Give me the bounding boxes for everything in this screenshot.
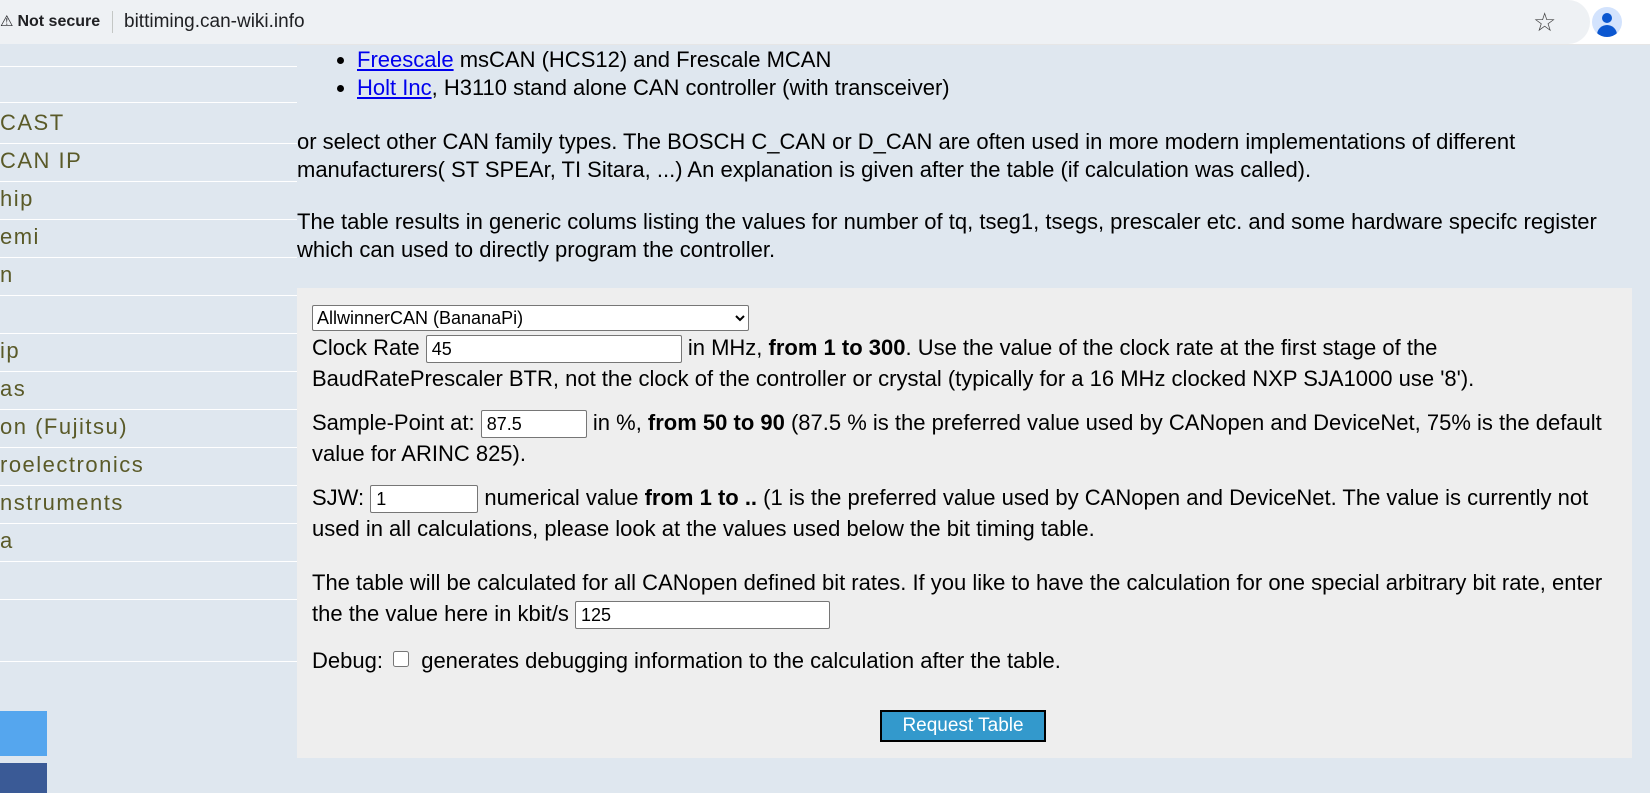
bookmark-star-icon[interactable]: ☆ <box>1533 8 1556 36</box>
vendor-list: Freescale msCAN (HCS12) and Frescale MCA… <box>297 46 950 102</box>
sidebar-divider <box>0 561 297 562</box>
sidebar: CAST CAN IP hip emi n ip as on (Fujitsu)… <box>0 44 297 793</box>
sidebar-divider <box>0 371 297 372</box>
intro-paragraph: The table results in generic colums list… <box>297 209 1597 262</box>
sidebar-item[interactable]: emi <box>0 224 40 250</box>
debug-description: generates debugging information to the c… <box>421 648 1061 673</box>
sidebar-divider <box>0 661 297 662</box>
main-content: Freescale msCAN (HCS12) and Frescale MCA… <box>297 44 1637 758</box>
vendor-link[interactable]: Freescale <box>357 47 454 72</box>
list-item: Holt Inc, H3110 stand alone CAN controll… <box>357 74 950 102</box>
vendor-description: , H3110 stand alone CAN controller (with… <box>431 75 950 100</box>
sidebar-item[interactable]: ip <box>0 338 20 364</box>
sjw-range: from 1 to .. <box>644 485 758 510</box>
sample-point-input[interactable] <box>480 410 587 439</box>
sidebar-divider <box>0 409 297 410</box>
sidebar-divider <box>0 523 297 524</box>
sidebar-divider <box>0 102 297 103</box>
sjw-label: SJW: <box>312 485 365 510</box>
sidebar-divider <box>0 295 297 296</box>
sidebar-divider <box>0 485 297 486</box>
social-share-button[interactable] <box>0 763 47 793</box>
clock-rate-input[interactable] <box>425 335 682 364</box>
sidebar-item[interactable]: n <box>0 262 14 288</box>
sjw-input[interactable] <box>370 485 479 514</box>
sidebar-divider <box>0 219 297 220</box>
clock-rate-row: Clock Rate in MHz, from 1 to 300. Use th… <box>312 332 1622 394</box>
profile-avatar-icon[interactable] <box>1592 7 1622 37</box>
sidebar-divider <box>0 181 297 182</box>
vendor-link[interactable]: Holt Inc <box>357 75 432 100</box>
sidebar-item[interactable]: CAN IP <box>0 148 82 174</box>
sidebar-item[interactable]: as <box>0 376 26 402</box>
sidebar-item[interactable]: roelectronics <box>0 452 144 478</box>
clock-rate-range: from 1 to 300 <box>768 335 906 360</box>
sidebar-item[interactable]: a <box>0 528 14 554</box>
security-indicator[interactable]: ⚠ Not secure <box>0 11 114 33</box>
sjw-row: SJW: numerical value from 1 to .. (1 is … <box>312 482 1622 544</box>
bitrate-description: The table will be calculated for all CAN… <box>312 570 1603 626</box>
controller-select[interactable]: AllwinnerCAN (BananaPi) <box>312 305 749 331</box>
clock-rate-unit: in MHz, <box>687 335 769 360</box>
intro-paragraph: or select other CAN family types. The BO… <box>297 129 1516 182</box>
debug-checkbox[interactable] <box>393 651 410 668</box>
sample-point-label: Sample-Point at: <box>312 410 475 435</box>
address-bar[interactable]: ⚠ Not secure bittiming.can-wiki.info ☆ <box>0 0 1590 44</box>
warning-icon: ⚠ <box>0 13 14 30</box>
debug-label: Debug: <box>312 648 383 673</box>
sidebar-item[interactable]: hip <box>0 186 34 212</box>
sidebar-item[interactable]: nstruments <box>0 490 124 516</box>
sidebar-item[interactable]: on (Fujitsu) <box>0 414 128 440</box>
bittiming-form: AllwinnerCAN (BananaPi) Clock Rate in MH… <box>297 288 1632 758</box>
browser-toolbar: ⚠ Not secure bittiming.can-wiki.info ☆ <box>0 0 1650 45</box>
sidebar-divider <box>0 447 297 448</box>
list-item: Freescale msCAN (HCS12) and Frescale MCA… <box>357 46 950 74</box>
url-text[interactable]: bittiming.can-wiki.info <box>124 10 305 34</box>
bitrate-input[interactable] <box>574 601 830 630</box>
sidebar-divider <box>0 599 297 600</box>
sample-point-row: Sample-Point at: in %, from 50 to 90 (87… <box>312 407 1622 469</box>
clock-rate-label: Clock Rate <box>312 335 420 360</box>
sidebar-divider <box>0 333 297 334</box>
sidebar-divider <box>0 143 297 144</box>
security-label: Not secure <box>17 13 101 30</box>
sidebar-divider <box>0 66 297 67</box>
sidebar-item[interactable]: CAST <box>0 110 65 136</box>
sample-point-range: from 50 to 90 <box>647 410 785 435</box>
sidebar-divider <box>0 257 297 258</box>
sample-point-unit: in %, <box>592 410 648 435</box>
social-share-button[interactable] <box>0 711 47 756</box>
request-table-button[interactable]: Request Table <box>880 710 1046 742</box>
debug-row: Debug: generates debugging information t… <box>312 645 1622 676</box>
bitrate-row: The table will be calculated for all CAN… <box>312 567 1622 630</box>
sjw-unit: numerical value <box>484 485 645 510</box>
vendor-description: msCAN (HCS12) and Frescale MCAN <box>453 47 832 72</box>
